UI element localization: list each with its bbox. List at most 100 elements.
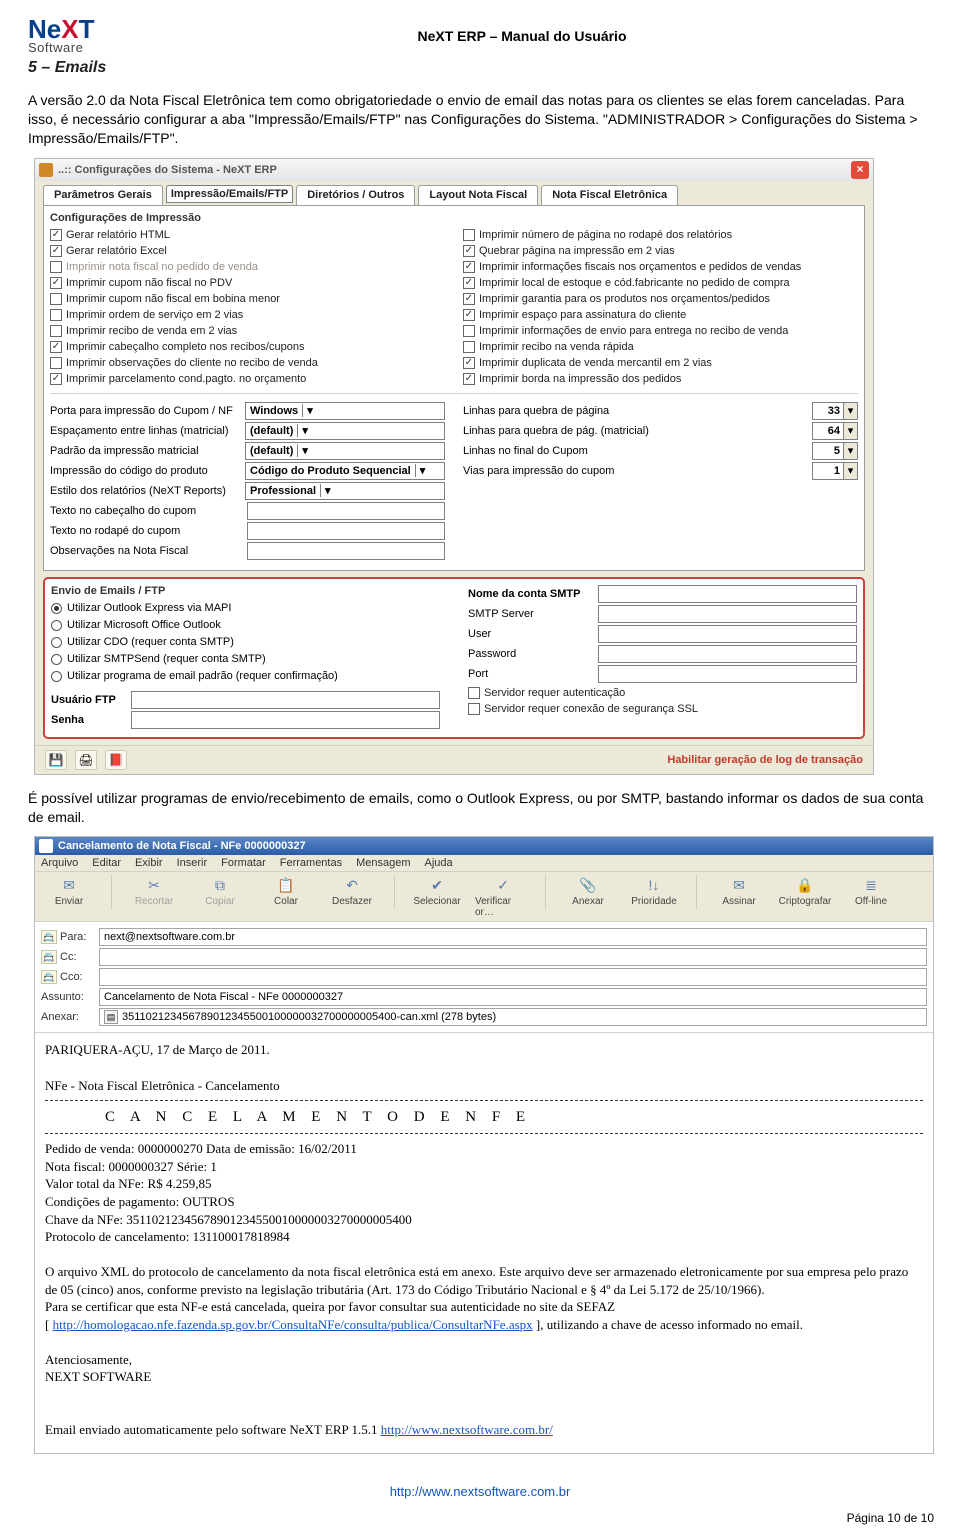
checkbox-box[interactable] (50, 325, 62, 337)
menu-item[interactable]: Arquivo (41, 857, 78, 869)
radio-option[interactable]: Utilizar SMTPSend (requer conta SMTP) (51, 651, 440, 668)
checkbox[interactable]: Imprimir recibo na venda rápida (463, 339, 858, 355)
checkbox[interactable]: Imprimir observações do cliente no recib… (50, 355, 445, 371)
checkbox[interactable]: ✓Imprimir espaço para assinatura do clie… (463, 307, 858, 323)
checkbox[interactable]: ✓Imprimir parcelamento cond.pagto. no or… (50, 371, 445, 387)
window-titlebar[interactable]: ..:: Configurações do Sistema - NeXT ERP… (35, 159, 873, 181)
checkbox[interactable]: Imprimir número de página no rodapé dos … (463, 227, 858, 243)
print-icon[interactable]: 🖨 (75, 750, 97, 770)
checkbox[interactable]: ✓Imprimir cabeçalho completo nos recibos… (50, 339, 445, 355)
book-icon[interactable]: 📇 (41, 930, 57, 944)
close-icon[interactable]: × (851, 161, 869, 179)
nextsoft-link[interactable]: http://www.nextsoftware.com.br/ (381, 1422, 553, 1437)
toolbar-button[interactable]: ✉Assinar (711, 875, 767, 907)
tab-layout-nf[interactable]: Layout Nota Fiscal (418, 185, 538, 205)
toolbar-button[interactable]: ✉Enviar (41, 875, 97, 907)
checkbox-box[interactable]: ✓ (463, 277, 475, 289)
toolbar-button[interactable]: ↶Desfazer (324, 875, 380, 907)
checkbox-box[interactable]: ✓ (50, 373, 62, 385)
number-field[interactable]: 1 (812, 462, 844, 480)
save-icon[interactable]: 💾 (45, 750, 67, 770)
checkbox-box[interactable] (463, 341, 475, 353)
number-field[interactable]: 5 (812, 442, 844, 460)
exit-icon[interactable]: 📕 (105, 750, 127, 770)
number-field[interactable]: 33 (812, 402, 844, 420)
smtp-field[interactable] (598, 625, 857, 643)
dropdown[interactable]: Código do Produto Sequencial▾ (245, 462, 445, 480)
smtp-field[interactable] (598, 645, 857, 663)
checkbox-box[interactable]: ✓ (50, 341, 62, 353)
checkbox-box[interactable] (50, 293, 62, 305)
menubar[interactable]: ArquivoEditarExibirInserirFormatarFerram… (35, 855, 933, 871)
book-icon[interactable]: 📇 (41, 950, 57, 964)
menu-item[interactable]: Ferramentas (280, 857, 342, 869)
toolbar-button[interactable]: 📋Colar (258, 875, 314, 907)
tab-impressao[interactable]: Impressão/Emails/FTP (166, 185, 293, 203)
checkbox-box[interactable] (50, 309, 62, 321)
checkbox[interactable]: ✓Quebrar página na impressão em 2 vias (463, 243, 858, 259)
text-field[interactable] (247, 502, 446, 520)
spinner-icon[interactable]: ▾ (844, 422, 858, 440)
anexar-field[interactable]: ▤351102123456789012345500100000032700000… (99, 1008, 927, 1026)
smtp-field[interactable] (598, 585, 857, 603)
checkbox[interactable]: Servidor requer autenticação (468, 685, 857, 701)
mail-titlebar[interactable]: Cancelamento de Nota Fiscal - NFe 000000… (35, 837, 933, 855)
toolbar-button[interactable]: 📎Anexar (560, 875, 616, 907)
dropdown[interactable]: Professional▾ (245, 482, 445, 500)
ftp-field[interactable] (131, 691, 440, 709)
spinner-icon[interactable]: ▾ (844, 442, 858, 460)
checkbox[interactable]: ✓Imprimir duplicata de venda mercantil e… (463, 355, 858, 371)
menu-item[interactable]: Inserir (177, 857, 208, 869)
radio-dot[interactable] (51, 671, 62, 682)
toolbar-button[interactable]: ≣Off-line (843, 875, 899, 907)
dropdown[interactable]: (default)▾ (245, 422, 445, 440)
radio-option[interactable]: Utilizar programa de email padrão (reque… (51, 668, 440, 685)
checkbox-box[interactable] (50, 261, 62, 273)
checkbox-box[interactable] (463, 325, 475, 337)
checkbox-box[interactable] (468, 703, 480, 715)
cco-field[interactable] (99, 968, 927, 986)
checkbox-box[interactable]: ✓ (463, 245, 475, 257)
radio-option[interactable]: Utilizar Outlook Express via MAPI (51, 600, 440, 617)
checkbox[interactable]: ✓Gerar relatório Excel (50, 243, 445, 259)
checkbox-box[interactable]: ✓ (50, 229, 62, 241)
checkbox-box[interactable]: ✓ (50, 245, 62, 257)
checkbox[interactable]: Imprimir cupom não fiscal em bobina meno… (50, 291, 445, 307)
number-field[interactable]: 64 (812, 422, 844, 440)
toolbar-button[interactable]: 🔒Criptografar (777, 875, 833, 907)
checkbox[interactable]: ✓Imprimir local de estoque e cód.fabrica… (463, 275, 858, 291)
checkbox-box[interactable]: ✓ (50, 277, 62, 289)
checkbox-box[interactable] (463, 229, 475, 241)
checkbox-box[interactable] (50, 357, 62, 369)
checkbox[interactable]: ✓Gerar relatório HTML (50, 227, 445, 243)
radio-option[interactable]: Utilizar Microsoft Office Outlook (51, 617, 440, 634)
menu-item[interactable]: Mensagem (356, 857, 410, 869)
menu-item[interactable]: Formatar (221, 857, 266, 869)
cc-field[interactable] (99, 948, 927, 966)
checkbox[interactable]: Imprimir recibo de venda em 2 vias (50, 323, 445, 339)
spinner-icon[interactable]: ▾ (844, 402, 858, 420)
toolbar-button[interactable]: ✓Verificar or… (475, 875, 531, 918)
tab-diretorios[interactable]: Diretórios / Outros (296, 185, 415, 205)
checkbox[interactable]: Imprimir ordem de serviço em 2 vias (50, 307, 445, 323)
toolbar-button[interactable]: ✔Selecionar (409, 875, 465, 907)
sefaz-link[interactable]: http://homologacao.nfe.fazenda.sp.gov.br… (53, 1317, 533, 1332)
ftp-field[interactable] (131, 711, 440, 729)
radio-dot[interactable] (51, 654, 62, 665)
text-field[interactable] (247, 542, 446, 560)
tab-parametros[interactable]: Parâmetros Gerais (43, 185, 163, 205)
checkbox[interactable]: Imprimir informações de envio para entre… (463, 323, 858, 339)
checkbox-box[interactable]: ✓ (463, 261, 475, 273)
radio-dot[interactable] (51, 603, 62, 614)
checkbox-box[interactable]: ✓ (463, 309, 475, 321)
menu-item[interactable]: Ajuda (425, 857, 453, 869)
dropdown[interactable]: (default)▾ (245, 442, 445, 460)
checkbox-box[interactable]: ✓ (463, 293, 475, 305)
checkbox[interactable]: Imprimir nota fiscal no pedido de venda (50, 259, 445, 275)
spinner-icon[interactable]: ▾ (844, 462, 858, 480)
radio-dot[interactable] (51, 620, 62, 631)
para-field[interactable]: next@nextsoftware.com.br (99, 928, 927, 946)
checkbox[interactable]: ✓Imprimir informações fiscais nos orçame… (463, 259, 858, 275)
checkbox[interactable]: ✓Imprimir cupom não fiscal no PDV (50, 275, 445, 291)
checkbox[interactable]: Servidor requer conexão de segurança SSL (468, 701, 857, 717)
